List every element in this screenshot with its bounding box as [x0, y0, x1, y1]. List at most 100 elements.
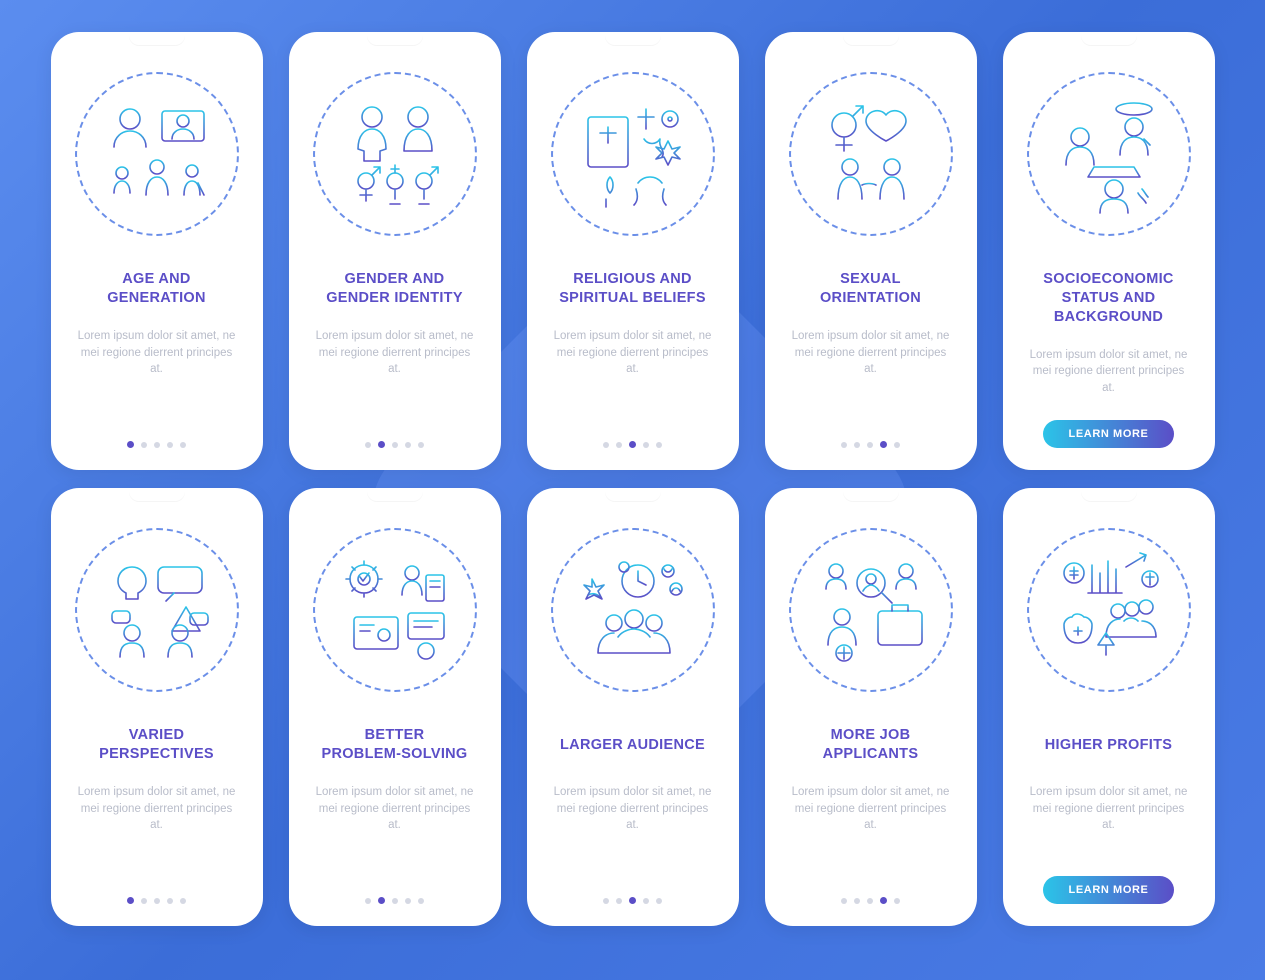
pagination-dot[interactable] [603, 442, 609, 448]
phone-notch [129, 488, 185, 502]
onboarding-grid: AGE AND GENERATION Lorem ipsum dolor sit … [0, 0, 1265, 958]
profits-illustration [1027, 528, 1191, 692]
onboarding-card-audience: LARGER AUDIENCE Lorem ipsum dolor sit ame… [527, 488, 739, 926]
onboarding-card-religion: RELIGIOUS AND SPIRITUAL BELIEFS Lorem ips… [527, 32, 739, 470]
pagination-dot[interactable] [180, 442, 186, 448]
card-title: VARIED PERSPECTIVES [87, 726, 226, 764]
pagination-dots [365, 897, 424, 906]
pagination-dots [841, 441, 900, 450]
phone-notch [1081, 32, 1137, 46]
onboarding-card-applicants: MORE JOB APPLICANTS Lorem ipsum dolor sit… [765, 488, 977, 926]
phone-notch [129, 32, 185, 46]
pagination-dot[interactable] [167, 898, 173, 904]
applicants-illustration [789, 528, 953, 692]
onboarding-card-socio: SOCIOECONOMIC STATUS AND BACKGROUND Lorem… [1003, 32, 1215, 470]
phone-notch [1081, 488, 1137, 502]
card-description: Lorem ipsum dolor sit amet, ne mei regio… [299, 784, 491, 834]
pagination-dot[interactable] [418, 898, 424, 904]
card-title: SEXUAL ORIENTATION [808, 270, 933, 308]
socio-illustration [1027, 72, 1191, 236]
pagination-dot[interactable] [127, 897, 134, 904]
pagination-dot[interactable] [603, 898, 609, 904]
pagination-dots [603, 441, 662, 450]
pagination-dots [603, 897, 662, 906]
onboarding-card-problem: BETTER PROBLEM-SOLVING Lorem ipsum dolor … [289, 488, 501, 926]
pagination-dot[interactable] [616, 898, 622, 904]
pagination-dot[interactable] [365, 442, 371, 448]
pagination-dot[interactable] [894, 898, 900, 904]
pagination-dot[interactable] [405, 898, 411, 904]
onboarding-card-perspectives: VARIED PERSPECTIVES Lorem ipsum dolor sit… [51, 488, 263, 926]
pagination-dot[interactable] [867, 898, 873, 904]
pagination-dot[interactable] [643, 898, 649, 904]
card-description: Lorem ipsum dolor sit amet, ne mei regio… [775, 784, 967, 834]
pagination-dot[interactable] [629, 897, 636, 904]
onboarding-card-age: AGE AND GENERATION Lorem ipsum dolor sit … [51, 32, 263, 470]
age-illustration [75, 72, 239, 236]
card-title: BETTER PROBLEM-SOLVING [309, 726, 479, 764]
pagination-dots [127, 441, 186, 450]
pagination-dot[interactable] [629, 441, 636, 448]
pagination-dot[interactable] [841, 442, 847, 448]
pagination-dot[interactable] [167, 442, 173, 448]
pagination-dot[interactable] [365, 898, 371, 904]
card-description: Lorem ipsum dolor sit amet, ne mei regio… [61, 784, 253, 834]
pagination-dot[interactable] [841, 898, 847, 904]
pagination-dot[interactable] [141, 898, 147, 904]
pagination-dot[interactable] [880, 441, 887, 448]
pagination-dot[interactable] [392, 898, 398, 904]
learn-more-button[interactable]: LEARN MORE [1043, 420, 1175, 448]
pagination-dot[interactable] [141, 442, 147, 448]
onboarding-card-profits: HIGHER PROFITS Lorem ipsum dolor sit amet… [1003, 488, 1215, 926]
orientation-illustration [789, 72, 953, 236]
phone-notch [367, 488, 423, 502]
pagination-dot[interactable] [894, 442, 900, 448]
pagination-dot[interactable] [180, 898, 186, 904]
card-description: Lorem ipsum dolor sit amet, ne mei regio… [537, 328, 729, 378]
phone-notch [843, 488, 899, 502]
pagination-dot[interactable] [880, 897, 887, 904]
pagination-dot[interactable] [154, 898, 160, 904]
onboarding-card-orientation: SEXUAL ORIENTATION Lorem ipsum dolor sit … [765, 32, 977, 470]
pagination-dot[interactable] [418, 442, 424, 448]
phone-notch [843, 32, 899, 46]
card-title: SOCIOECONOMIC STATUS AND BACKGROUND [1031, 270, 1185, 327]
problem-illustration [313, 528, 477, 692]
pagination-dot[interactable] [854, 442, 860, 448]
religion-illustration [551, 72, 715, 236]
card-title: MORE JOB APPLICANTS [811, 726, 931, 764]
pagination-dot[interactable] [405, 442, 411, 448]
phone-notch [605, 32, 661, 46]
pagination-dot[interactable] [378, 441, 385, 448]
audience-illustration [551, 528, 715, 692]
pagination-dots [365, 441, 424, 450]
card-title: GENDER AND GENDER IDENTITY [314, 270, 475, 308]
card-description: Lorem ipsum dolor sit amet, ne mei regio… [61, 328, 253, 378]
pagination-dot[interactable] [378, 897, 385, 904]
phone-notch [605, 488, 661, 502]
card-title: HIGHER PROFITS [1033, 726, 1184, 764]
card-title: RELIGIOUS AND SPIRITUAL BELIEFS [547, 270, 718, 308]
card-description: Lorem ipsum dolor sit amet, ne mei regio… [775, 328, 967, 378]
pagination-dot[interactable] [854, 898, 860, 904]
card-description: Lorem ipsum dolor sit amet, ne mei regio… [1013, 347, 1205, 397]
card-title: AGE AND GENERATION [95, 270, 218, 308]
pagination-dot[interactable] [154, 442, 160, 448]
pagination-dots [127, 897, 186, 906]
pagination-dot[interactable] [127, 441, 134, 448]
phone-notch [367, 32, 423, 46]
onboarding-card-gender: GENDER AND GENDER IDENTITY Lorem ipsum do… [289, 32, 501, 470]
pagination-dot[interactable] [616, 442, 622, 448]
card-description: Lorem ipsum dolor sit amet, ne mei regio… [299, 328, 491, 378]
pagination-dot[interactable] [867, 442, 873, 448]
pagination-dots [841, 897, 900, 906]
gender-illustration [313, 72, 477, 236]
card-description: Lorem ipsum dolor sit amet, ne mei regio… [1013, 784, 1205, 834]
card-title: LARGER AUDIENCE [548, 726, 717, 764]
learn-more-button[interactable]: LEARN MORE [1043, 876, 1175, 904]
card-description: Lorem ipsum dolor sit amet, ne mei regio… [537, 784, 729, 834]
pagination-dot[interactable] [392, 442, 398, 448]
pagination-dot[interactable] [643, 442, 649, 448]
pagination-dot[interactable] [656, 898, 662, 904]
pagination-dot[interactable] [656, 442, 662, 448]
